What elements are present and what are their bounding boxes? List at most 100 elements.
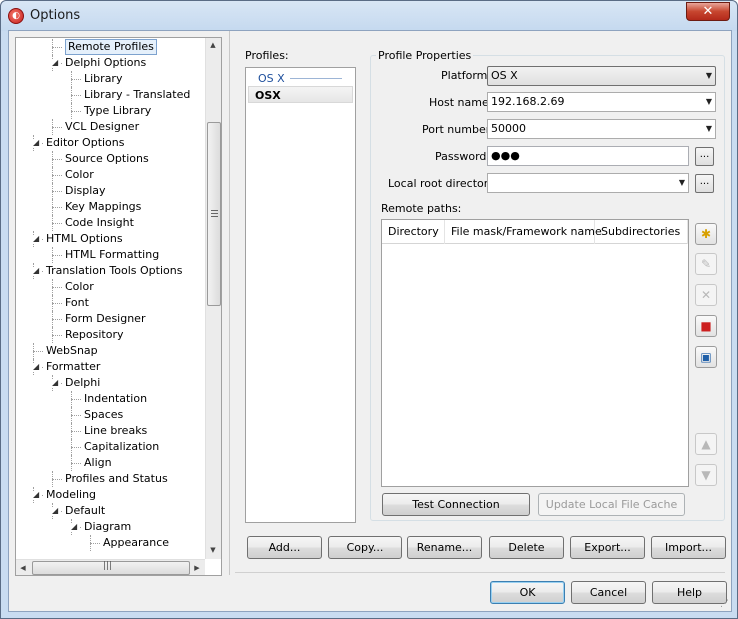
tree-expanded-toggle-icon[interactable]: ◢ [33,267,41,275]
profile-item[interactable]: OSX [248,86,353,103]
resize-grip-icon[interactable]: ⋰ [720,599,729,609]
scroll-up-arrow-icon[interactable]: ▲ [206,41,220,49]
options-tree[interactable]: ▲ ▼ ◀ ||| ▶ Remote Profiles ◢ Delphi Optio… [15,37,222,576]
tree-item[interactable]: Source Options [65,151,149,167]
tree-item[interactable]: HTML Formatting [65,247,159,263]
edit-path-icon: ✎ [700,257,712,271]
tree-item[interactable]: Repository [65,327,124,343]
tree-item[interactable]: Form Designer [65,311,145,327]
profile-group-header[interactable]: OS X [248,70,353,87]
tree-item[interactable]: Delphi [65,375,100,391]
port-number-label: Port number: [422,123,494,136]
tree-horizontal-scrollbar[interactable]: ◀ ||| ▶ [16,559,205,575]
edit-path-button[interactable]: ✎ [695,253,717,275]
tree-item[interactable]: HTML Options [46,231,123,247]
tree-item[interactable]: Editor Options [46,135,125,151]
delete-path-button[interactable]: ✕ [695,284,717,306]
tree-item[interactable]: Remote Profiles [65,39,157,55]
add-profile-button[interactable]: Add... [247,536,322,559]
stop-button[interactable]: ■ [695,315,717,337]
title-bar: ◐ Options ✕ [1,1,737,31]
profiles-list[interactable]: OS X OSX [245,67,356,523]
tree-vertical-scrollbar[interactable]: ▲ ▼ [205,38,221,559]
password-field[interactable]: ●●● [487,146,689,166]
host-name-combo[interactable]: 192.168.2.69 ▼ [487,92,716,112]
platform-label: Platform: [441,69,492,82]
column-header-file-mask[interactable]: File mask/Framework name [445,220,602,244]
update-local-file-cache-button[interactable]: Update Local File Cache [538,493,685,516]
tree-item[interactable]: Profiles and Status [65,471,168,487]
tree-expanded-toggle-icon[interactable]: ◢ [52,507,60,515]
tree-horizontal-scroll-thumb[interactable]: ||| [32,561,190,575]
tree-expanded-toggle-icon[interactable]: ◢ [33,235,41,243]
tree-item[interactable]: Type Library [84,103,151,119]
tree-item[interactable]: Library - Translated [84,87,190,103]
move-down-button[interactable]: ▼ [695,464,717,486]
stop-icon: ■ [700,319,712,333]
column-header-subdirectories[interactable]: Subdirectories [595,220,688,244]
save-button[interactable]: ▣ [695,346,717,368]
move-down-icon: ▼ [701,468,711,482]
tree-item[interactable]: Spaces [84,407,123,423]
platform-select[interactable]: OS X ▼ [487,66,716,86]
local-root-combo[interactable]: ▼ [487,173,689,193]
remote-paths-grid[interactable]: Directory File mask/Framework name Subdi… [381,219,689,487]
splitter[interactable] [229,31,230,575]
tree-expanded-toggle-icon[interactable]: ◢ [71,523,79,531]
tree-item[interactable]: Delphi Options [65,55,146,71]
tree-item[interactable]: Default [65,503,105,519]
tree-expanded-toggle-icon[interactable]: ◢ [33,363,41,371]
add-path-button[interactable]: ✱ [695,223,717,245]
tree-item[interactable]: Font [65,295,89,311]
test-connection-button[interactable]: Test Connection [382,493,530,516]
ok-button[interactable]: OK [490,581,565,604]
port-number-combo[interactable]: 50000 ▼ [487,119,716,139]
tree-item[interactable]: Library [84,71,122,87]
close-button[interactable]: ✕ [686,2,730,21]
tree-item[interactable]: Key Mappings [65,199,141,215]
tree-expanded-toggle-icon[interactable]: ◢ [33,491,41,499]
password-browse-button[interactable]: ... [695,147,714,166]
move-up-button[interactable]: ▲ [695,433,717,455]
chevron-down-icon[interactable]: ▼ [706,120,712,138]
delete-profile-button[interactable]: Delete [489,536,564,559]
local-root-browse-button[interactable]: ... [695,174,714,193]
export-profile-button[interactable]: Export... [570,536,645,559]
cancel-button[interactable]: Cancel [571,581,646,604]
tree-item[interactable]: Align [84,455,112,471]
tree-item[interactable]: Color [65,167,94,183]
tree-item[interactable]: Diagram [84,519,131,535]
host-name-label: Host name: [429,96,493,109]
help-button[interactable]: Help [652,581,727,604]
tree-item[interactable]: Code Insight [65,215,134,231]
tree-item[interactable]: Translation Tools Options [46,263,182,279]
tree-item[interactable]: Indentation [84,391,147,407]
tree-expanded-toggle-icon[interactable]: ◢ [33,139,41,147]
scroll-down-arrow-icon[interactable]: ▼ [206,546,220,554]
remote-paths-label: Remote paths: [381,202,462,215]
tree-item[interactable]: WebSnap [46,343,98,359]
chevron-down-icon[interactable]: ▼ [706,93,712,111]
tree-item[interactable]: Modeling [46,487,96,503]
tree-item[interactable]: Formatter [46,359,100,375]
chevron-down-icon[interactable]: ▼ [679,174,685,192]
tree-item[interactable]: Color [65,279,94,295]
scroll-left-arrow-icon[interactable]: ◀ [16,564,30,572]
tree-vertical-scroll-thumb[interactable] [207,122,221,306]
options-window: ◐ Options ✕ ▲ ▼ ◀ ||| ▶ Remote Profiles ◢… [0,0,738,619]
tree-expanded-toggle-icon[interactable]: ◢ [52,59,60,67]
import-profile-button[interactable]: Import... [651,536,726,559]
move-up-icon: ▲ [701,437,711,451]
tree-item[interactable]: Display [65,183,106,199]
column-header-directory[interactable]: Directory [382,220,445,244]
host-name-value: 192.168.2.69 [491,95,565,108]
tree-item[interactable]: VCL Designer [65,119,139,135]
copy-profile-button[interactable]: Copy... [328,536,402,559]
tree-item[interactable]: Line breaks [84,423,147,439]
tree-item[interactable]: Capitalization [84,439,159,455]
tree-expanded-toggle-icon[interactable]: ◢ [52,379,60,387]
tree-item[interactable]: Appearance [103,535,169,551]
rename-profile-button[interactable]: Rename... [407,536,482,559]
scroll-right-arrow-icon[interactable]: ▶ [190,564,204,572]
dialog-client-area: ▲ ▼ ◀ ||| ▶ Remote Profiles ◢ Delphi Optio… [8,30,732,612]
